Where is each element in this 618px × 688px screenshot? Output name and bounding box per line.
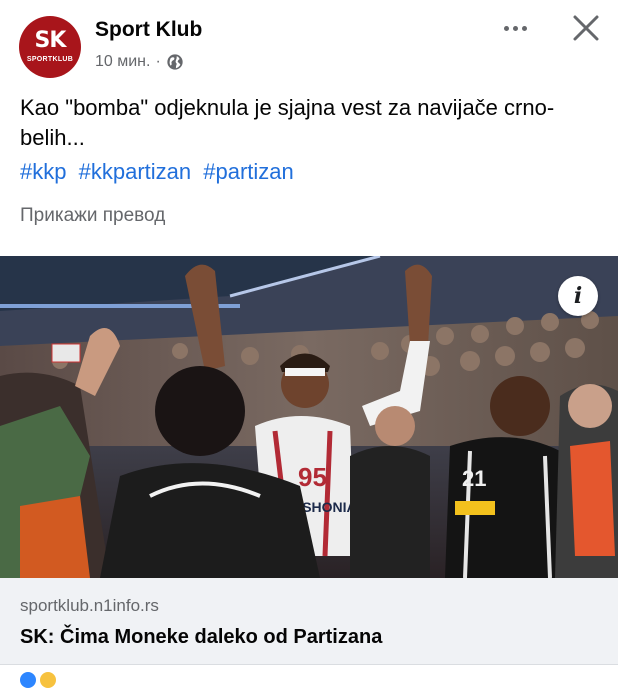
post-photo[interactable]: 95 BASHONIA 21 <box>0 256 618 578</box>
post-header: SK SPORTKLUB Sport Klub 10 мин. · <box>0 0 618 90</box>
haha-reaction-icon <box>40 672 56 688</box>
more-dot <box>512 25 518 31</box>
globe-icon <box>167 54 183 70</box>
avatar-logo-subtext: SPORTKLUB <box>26 55 74 63</box>
info-button[interactable]: i <box>558 276 598 316</box>
svg-text:21: 21 <box>462 466 486 491</box>
page-avatar[interactable]: SK SPORTKLUB <box>19 16 81 78</box>
post-text: Kao "bomba" odjeknula je sjajna vest za … <box>20 95 555 150</box>
page-name-link[interactable]: Sport Klub <box>95 18 202 42</box>
see-translation-link[interactable]: Прикажи превод <box>20 205 165 227</box>
like-reaction-icon <box>20 672 36 688</box>
more-options-button[interactable] <box>495 16 535 40</box>
link-domain: sportklub.n1info.rs <box>20 596 159 615</box>
basketball-celebration-photo: 95 BASHONIA 21 <box>0 256 618 578</box>
meta-separator: · <box>155 53 161 70</box>
link-preview-card[interactable]: sportklub.n1info.rs SK: Čima Moneke dale… <box>0 578 618 665</box>
post-timestamp[interactable]: 10 мин. <box>95 53 150 71</box>
more-dot <box>521 25 527 31</box>
post-meta: 10 мин. · <box>95 53 184 71</box>
hashtag-partizan[interactable]: #partizan <box>203 159 294 184</box>
link-title: SK: Čima Moneke daleko od Partizana <box>20 626 383 648</box>
info-icon: i <box>573 283 583 309</box>
avatar-logo-text: SK <box>34 27 67 53</box>
hashtag-kkp[interactable]: #kkp <box>20 159 66 184</box>
close-icon <box>573 15 599 41</box>
hashtags: #kkp #kkpartizan #partizan <box>20 157 300 187</box>
close-button[interactable] <box>568 10 604 46</box>
more-dot <box>503 25 509 31</box>
jersey-number: 95 <box>298 462 327 492</box>
hashtag-kkpartizan[interactable]: #kkpartizan <box>79 159 192 184</box>
